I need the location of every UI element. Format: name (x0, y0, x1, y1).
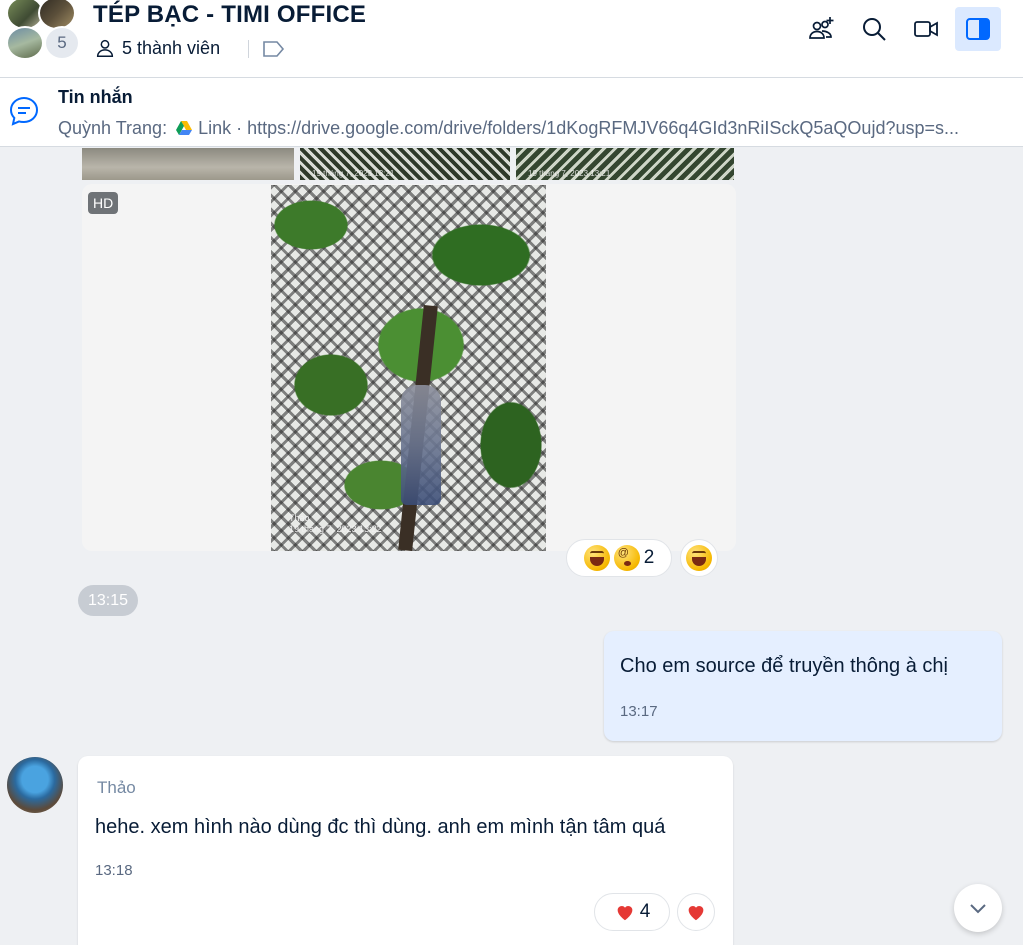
laugh-emoji-icon (686, 545, 712, 571)
pinned-sender: Quỳnh Trang: (58, 118, 168, 138)
heart-icon (685, 901, 707, 923)
group-avatar[interactable]: 5 (6, 0, 80, 66)
photo-thumbnail[interactable]: 19 tháng 7, 2023 13:21 (300, 148, 510, 180)
sidebar-toggle-button[interactable] (955, 7, 1001, 51)
message-time: 13:18 (95, 862, 133, 879)
photo-thumbnail[interactable] (82, 148, 294, 180)
message-text: Cho em source để truyền thông à chị (620, 655, 948, 677)
image-message[interactable]: HD Thảo 19 tháng 7, 2023 13:22 (82, 184, 736, 551)
sidebar-toggle-icon (966, 18, 990, 40)
scroll-to-bottom-button[interactable] (954, 884, 1002, 932)
members-label: 5 thành viên (122, 37, 221, 58)
search-icon (863, 18, 886, 41)
avatar[interactable] (7, 757, 63, 813)
add-reaction-button[interactable] (677, 893, 715, 931)
group-title[interactable]: TÉP BẠC - TIMI OFFICE (93, 1, 366, 29)
outgoing-message[interactable]: Cho em source để truyền thông à chị 13:1… (604, 631, 1002, 741)
pinned-preview: Quỳnh Trang: Link · https://drive.google… (58, 118, 1018, 139)
photo-detail (401, 385, 441, 505)
search-button[interactable] (851, 7, 897, 51)
hd-badge: HD (88, 192, 119, 214)
sender-name[interactable]: Thảo (97, 778, 136, 798)
heart-icon (614, 901, 636, 923)
add-reaction-button[interactable] (680, 539, 718, 577)
user-icon (96, 39, 114, 57)
members-link[interactable]: 5 thành viên (94, 37, 220, 59)
pinned-link-url[interactable]: · https://drive.google.com/drive/folders… (236, 118, 959, 138)
member-count-badge: 5 (44, 26, 80, 60)
reaction-count: 2 (643, 547, 655, 568)
reaction-count: 4 (639, 901, 651, 922)
message-time: 13:17 (620, 703, 658, 720)
dizzy-emoji-icon (613, 545, 640, 571)
video-call-icon (914, 21, 938, 37)
reaction-summary[interactable]: 2 (566, 539, 672, 577)
photo-caption: Thảo 19 tháng 7, 2023 13:22 (289, 513, 382, 534)
pinned-link-label: Link (198, 118, 232, 138)
video-call-button[interactable] (903, 7, 949, 51)
message-text: hehe. xem hình nào dùng đc thì dùng. anh… (95, 816, 666, 838)
divider (248, 40, 249, 58)
photo-caption: 19 tháng 7, 2023 13:21 (528, 169, 611, 178)
pinned-message-bar[interactable]: Tin nhắn Quỳnh Trang: Link · https://dri… (0, 78, 1023, 147)
member-avatar (6, 26, 44, 60)
message-list[interactable]: 19 tháng 7, 2023 13:21 19 tháng 7, 2023 … (0, 148, 1023, 945)
chat-header: 5 TÉP BẠC - TIMI OFFICE 5 thành viên (0, 0, 1023, 78)
photo-tree[interactable]: Thảo 19 tháng 7, 2023 13:22 (271, 185, 546, 551)
photo-thumbnail[interactable]: 19 tháng 7, 2023 13:21 (516, 148, 734, 180)
chevron-down-icon (970, 904, 986, 914)
photo-caption: 19 tháng 7, 2023 13:21 (312, 169, 395, 178)
tag-icon[interactable] (262, 40, 286, 58)
add-member-icon (809, 17, 834, 39)
message-bubble-icon (9, 96, 39, 126)
google-drive-icon (176, 121, 193, 135)
photo-grid: 19 tháng 7, 2023 13:21 19 tháng 7, 2023 … (82, 148, 734, 180)
reaction-summary[interactable]: 4 (594, 893, 670, 931)
pinned-title: Tin nhắn (58, 87, 133, 107)
laugh-emoji-icon (583, 545, 610, 571)
time-separator: 13:15 (78, 585, 138, 616)
add-member-button[interactable] (799, 7, 845, 51)
